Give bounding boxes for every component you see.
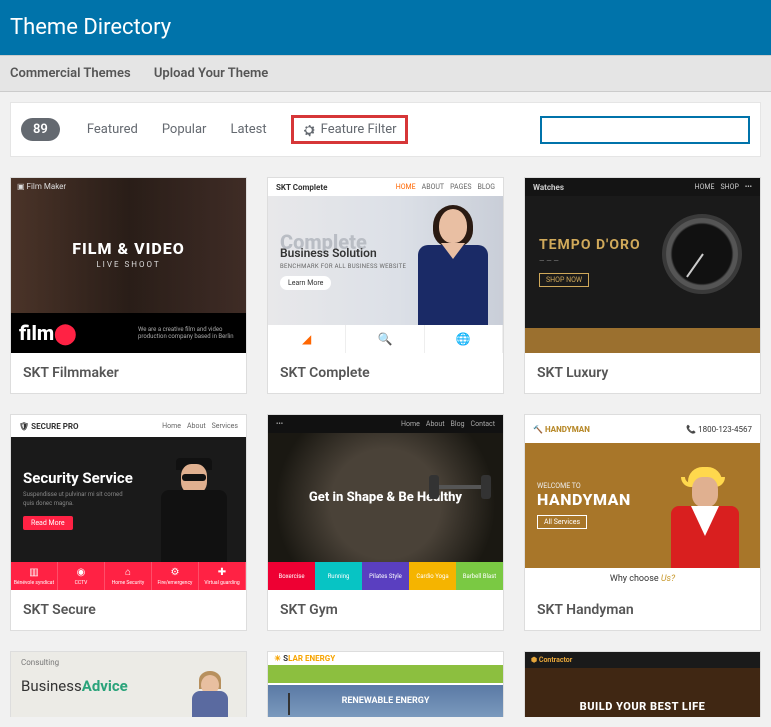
theme-name: SKT Secure — [11, 590, 246, 630]
subnav: Commercial Themes Upload Your Theme — [0, 55, 771, 92]
theme-card[interactable]: Consulting BusinessAdvice — [10, 651, 247, 717]
theme-thumbnail: WatchesHOMESHOP••• TEMPO D'ORO — — — SHO… — [525, 178, 760, 353]
theme-thumbnail: Consulting BusinessAdvice — [11, 652, 246, 717]
filter-featured[interactable]: Featured — [87, 122, 138, 137]
feature-filter-label: Feature Filter — [321, 122, 397, 137]
theme-name: SKT Complete — [268, 353, 503, 393]
theme-thumbnail: 🛡 SECURE PROHomeAboutServices Security S… — [11, 415, 246, 590]
theme-name: SKT Filmmaker — [11, 353, 246, 393]
nav-upload-theme[interactable]: Upload Your Theme — [154, 66, 268, 81]
theme-count-badge: 89 — [21, 118, 60, 141]
theme-name: SKT Luxury — [525, 353, 760, 393]
filter-latest[interactable]: Latest — [230, 122, 266, 137]
page-title: Theme Directory — [0, 0, 771, 55]
theme-card[interactable]: 🔨 HANDYMAN📞 1800-123-4567 WELCOME TO HAN… — [524, 414, 761, 631]
theme-thumbnail: ▣ Film Maker FILM & VIDEO LIVE SHOOT fil… — [11, 178, 246, 353]
filter-bar: 89 Featured Popular Latest Feature Filte… — [10, 102, 761, 157]
theme-card[interactable]: 🛡 SECURE PROHomeAboutServices Security S… — [10, 414, 247, 631]
theme-thumbnail: 🔨 HANDYMAN📞 1800-123-4567 WELCOME TO HAN… — [525, 415, 760, 590]
filter-popular[interactable]: Popular — [162, 122, 207, 137]
theme-card[interactable]: SKT Complete HOMEABOUTPAGESBLOG Complete… — [267, 177, 504, 394]
theme-thumbnail: •••HomeAboutBlogContact GYM Get in Shape… — [268, 415, 503, 590]
theme-thumbnail: ⬢ Contractor BUILD YOUR BEST LIFE — [525, 652, 760, 717]
search-input[interactable] — [540, 116, 750, 144]
theme-thumbnail: SKT Complete HOMEABOUTPAGESBLOG Complete… — [268, 178, 503, 353]
theme-card[interactable]: ⬢ Contractor BUILD YOUR BEST LIFE — [524, 651, 761, 717]
theme-grid: ▣ Film Maker FILM & VIDEO LIVE SHOOT fil… — [0, 167, 771, 727]
feature-filter-button[interactable]: Feature Filter — [291, 115, 408, 144]
theme-name: SKT Gym — [268, 590, 503, 630]
theme-thumbnail: ☀ SLAR ENERGY RENEWABLE ENERGY — [268, 652, 503, 717]
theme-name: SKT Handyman — [525, 590, 760, 630]
theme-card[interactable]: •••HomeAboutBlogContact GYM Get in Shape… — [267, 414, 504, 631]
theme-card[interactable]: ☀ SLAR ENERGY RENEWABLE ENERGY — [267, 651, 504, 717]
theme-card[interactable]: WatchesHOMESHOP••• TEMPO D'ORO — — — SHO… — [524, 177, 761, 394]
theme-card[interactable]: ▣ Film Maker FILM & VIDEO LIVE SHOOT fil… — [10, 177, 247, 394]
nav-commercial-themes[interactable]: Commercial Themes — [10, 66, 131, 81]
gear-icon — [302, 123, 316, 137]
